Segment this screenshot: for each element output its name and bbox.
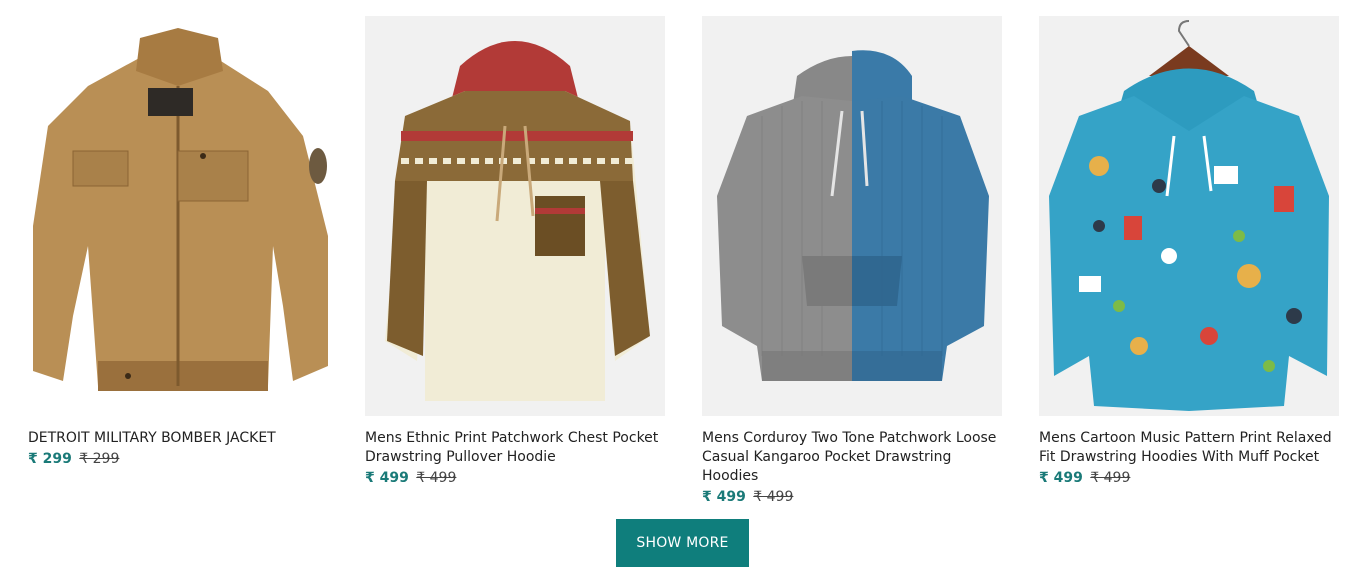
sale-price: ₹ 499 xyxy=(702,489,746,505)
product-grid: DETROIT MILITARY BOMBER JACKET ₹ 299 ₹ 2… xyxy=(28,16,1339,505)
original-price: ₹ 499 xyxy=(416,470,457,486)
ethnic-hoodie-image xyxy=(385,41,650,401)
product-image[interactable] xyxy=(702,16,1002,416)
original-price: ₹ 499 xyxy=(753,489,794,505)
jacket-image xyxy=(33,28,328,391)
product-prices: ₹ 299 ₹ 299 xyxy=(28,451,328,467)
product-prices: ₹ 499 ₹ 499 xyxy=(702,489,1002,505)
sale-price: ₹ 299 xyxy=(28,451,72,467)
product-card[interactable]: DETROIT MILITARY BOMBER JACKET ₹ 299 ₹ 2… xyxy=(28,16,328,505)
product-image[interactable] xyxy=(1039,16,1339,416)
product-title[interactable]: DETROIT MILITARY BOMBER JACKET xyxy=(28,429,328,448)
show-more-button[interactable]: SHOW MORE xyxy=(616,519,749,567)
cartoon-hoodie-image xyxy=(1049,20,1329,411)
corduroy-hoodie-image xyxy=(717,50,989,381)
product-prices: ₹ 499 ₹ 499 xyxy=(365,470,665,486)
product-image[interactable] xyxy=(28,16,328,416)
product-card[interactable]: Mens Ethnic Print Patchwork Chest Pocket… xyxy=(365,16,665,505)
product-prices: ₹ 499 ₹ 499 xyxy=(1039,470,1339,486)
original-price: ₹ 299 xyxy=(79,451,120,467)
sale-price: ₹ 499 xyxy=(1039,470,1083,486)
product-title[interactable]: Mens Cartoon Music Pattern Print Relaxed… xyxy=(1039,429,1339,467)
product-title[interactable]: Mens Ethnic Print Patchwork Chest Pocket… xyxy=(365,429,665,467)
product-title[interactable]: Mens Corduroy Two Tone Patchwork Loose C… xyxy=(702,429,1002,486)
product-card[interactable]: Mens Corduroy Two Tone Patchwork Loose C… xyxy=(702,16,1002,505)
original-price: ₹ 499 xyxy=(1090,470,1131,486)
sale-price: ₹ 499 xyxy=(365,470,409,486)
product-image[interactable] xyxy=(365,16,665,416)
product-card[interactable]: Mens Cartoon Music Pattern Print Relaxed… xyxy=(1039,16,1339,505)
